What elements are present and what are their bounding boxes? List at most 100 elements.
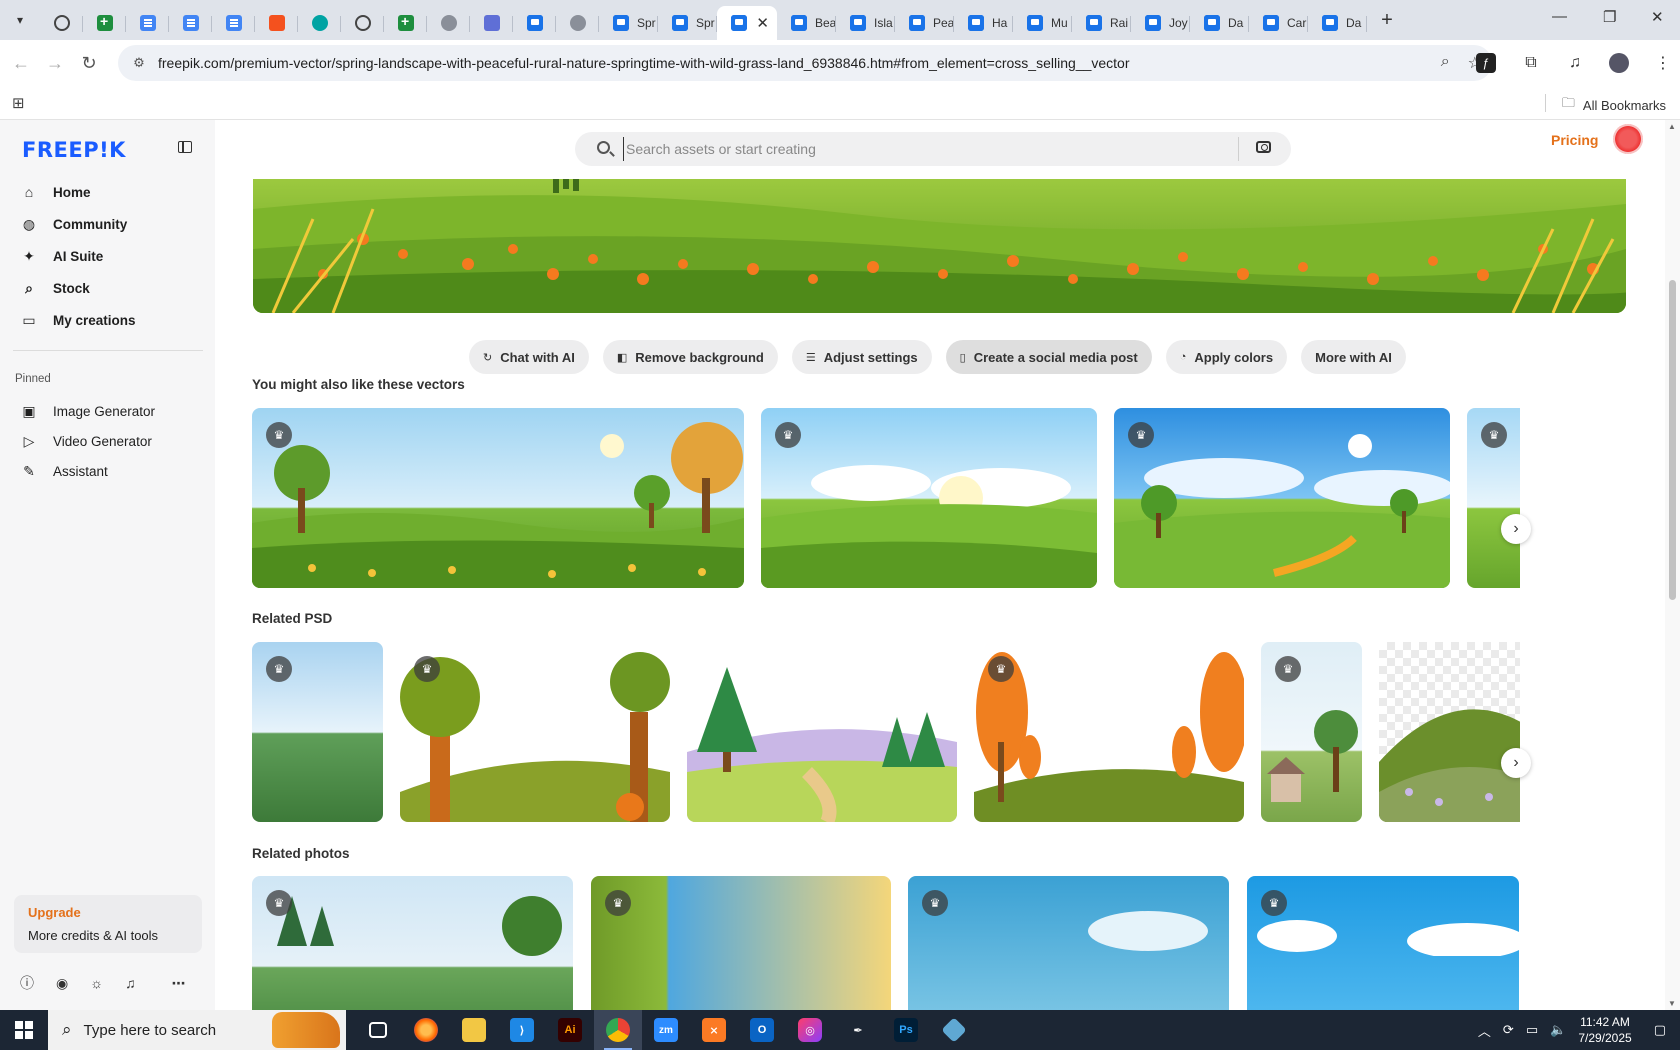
extension-f-icon[interactable]: ƒ: [1476, 53, 1496, 73]
discord-icon[interactable]: ◉: [56, 975, 68, 992]
network-icon[interactable]: ▭: [1526, 1022, 1538, 1038]
photo-card[interactable]: ♛: [591, 876, 891, 1010]
more-with-ai-button[interactable]: More with AI: [1301, 340, 1406, 374]
scroll-down-arrow[interactable]: ▼: [1668, 999, 1676, 1008]
new-tab-button[interactable]: +: [1373, 9, 1401, 32]
page-scrollbar[interactable]: ▲ ▼: [1665, 120, 1680, 1010]
minimize-button[interactable]: —: [1552, 8, 1567, 25]
sidebar-item-stock[interactable]: ⌕ Stock: [12, 272, 202, 304]
file-explorer-icon[interactable]: [450, 1010, 498, 1050]
browser-tab[interactable]: Spr: [599, 6, 658, 40]
browser-tab[interactable]: Joy: [1131, 6, 1190, 40]
browser-tab[interactable]: [384, 6, 427, 40]
forward-button[interactable]: →: [38, 46, 72, 80]
vector-card[interactable]: ♛: [1467, 408, 1520, 588]
task-view-icon[interactable]: [354, 1010, 402, 1050]
chat-with-ai-button[interactable]: ↻ Chat with AI: [469, 340, 589, 374]
browser-tab[interactable]: Isla: [836, 6, 895, 40]
browser-tab[interactable]: [212, 6, 255, 40]
restore-button[interactable]: ❐: [1603, 8, 1616, 26]
more-options-icon[interactable]: ⋯: [172, 975, 186, 992]
sidebar-item-video-generator[interactable]: ▷ Video Generator: [12, 426, 202, 456]
vectors-next-arrow[interactable]: ›: [1501, 514, 1531, 544]
vscode-icon[interactable]: ⟩: [498, 1010, 546, 1050]
apps-grid-icon[interactable]: ⊞: [12, 94, 25, 112]
firefox-icon[interactable]: [402, 1010, 450, 1050]
app-diamond-icon[interactable]: [930, 1010, 978, 1050]
browser-tab[interactable]: [427, 6, 470, 40]
reload-button[interactable]: ↻: [72, 46, 106, 80]
browser-tab[interactable]: Pea: [895, 6, 954, 40]
system-clock[interactable]: 11:42 AM 7/29/2025: [1578, 1014, 1631, 1046]
close-tab-icon[interactable]: ✕: [756, 14, 769, 32]
scroll-thumb[interactable]: [1669, 280, 1676, 600]
chrome-menu-icon[interactable]: ⋮: [1646, 46, 1680, 80]
creative-cloud-icon[interactable]: ◎: [786, 1010, 834, 1050]
browser-tab[interactable]: [83, 6, 126, 40]
xampp-icon[interactable]: ⨯: [690, 1010, 738, 1050]
close-window-button[interactable]: ✕: [1651, 8, 1664, 26]
adjust-settings-button[interactable]: ☰ Adjust settings: [791, 340, 932, 374]
zoom-icon[interactable]: ⌕: [1441, 53, 1450, 73]
tray-overflow-icon[interactable]: ︿: [1478, 1021, 1491, 1040]
browser-tab[interactable]: [341, 6, 384, 40]
browser-tab[interactable]: Da: [1190, 6, 1249, 40]
browser-tab[interactable]: Bea: [777, 6, 836, 40]
photo-card[interactable]: ♛: [908, 876, 1229, 1010]
browser-tab[interactable]: [470, 6, 513, 40]
psd-card[interactable]: [687, 642, 957, 822]
scroll-up-arrow[interactable]: ▲: [1668, 122, 1676, 131]
psd-card[interactable]: ♛: [974, 642, 1244, 822]
sidebar-item-ai-suite[interactable]: ✦ AI Suite: [12, 240, 202, 272]
psd-next-arrow[interactable]: ›: [1501, 748, 1531, 778]
volume-icon[interactable]: 🔈: [1550, 1022, 1566, 1038]
asset-search-input[interactable]: [623, 137, 1183, 161]
create-a-social-media-post-button[interactable]: ▯ Create a social media post: [945, 340, 1152, 374]
sidebar-item-community[interactable]: ◍ Community: [12, 208, 202, 240]
notification-center-icon[interactable]: ▢: [1654, 1022, 1666, 1038]
vector-card[interactable]: ♛: [1114, 408, 1450, 588]
sidebar-item-home[interactable]: ⌂ Home: [12, 176, 202, 208]
theme-icon[interactable]: ☼: [90, 975, 103, 991]
psd-card[interactable]: ♛: [252, 642, 383, 822]
taskbar-search[interactable]: ⌕ Type here to search: [48, 1010, 346, 1050]
browser-tab[interactable]: Spr: [658, 6, 717, 40]
all-bookmarks-button[interactable]: 🗀 All Bookmarks: [1562, 94, 1666, 116]
back-button[interactable]: ←: [4, 46, 38, 80]
photo-card[interactable]: ♛: [252, 876, 573, 1010]
profile-avatar[interactable]: [1602, 46, 1636, 80]
hero-landscape-image[interactable]: [253, 179, 1626, 313]
url-text[interactable]: freepik.com/premium-vector/spring-landsc…: [158, 55, 1129, 71]
pricing-link[interactable]: Pricing: [1551, 132, 1598, 148]
vector-card[interactable]: ♛: [252, 408, 744, 588]
inkscape-icon[interactable]: ✒: [834, 1010, 882, 1050]
illustrator-icon[interactable]: Ai: [546, 1010, 594, 1050]
browser-tab[interactable]: Da: [1308, 6, 1367, 40]
browser-tab[interactable]: Ha: [954, 6, 1013, 40]
browser-tab[interactable]: Car: [1249, 6, 1308, 40]
camera-search-icon[interactable]: [1256, 141, 1271, 153]
apply-colors-button[interactable]: ◔ Apply colors: [1165, 340, 1288, 374]
browser-tab[interactable]: [169, 6, 212, 40]
psd-card[interactable]: ♛: [400, 642, 670, 822]
freepik-logo[interactable]: FREEP!K: [22, 138, 126, 162]
browser-tab[interactable]: [40, 6, 83, 40]
collapse-sidebar-icon[interactable]: [178, 141, 192, 153]
media-control-icon[interactable]: ♫: [1558, 46, 1592, 80]
tab-search-button[interactable]: ▾: [6, 6, 34, 34]
browser-tab[interactable]: [255, 6, 298, 40]
browser-tab[interactable]: ✕: [717, 6, 777, 40]
psd-card[interactable]: [1379, 642, 1520, 822]
extensions-puzzle-icon[interactable]: ⧉: [1514, 46, 1548, 80]
sidebar-item-assistant[interactable]: ✎ Assistant: [12, 456, 202, 486]
browser-tab[interactable]: [126, 6, 169, 40]
photoshop-icon[interactable]: Ps: [882, 1010, 930, 1050]
chrome-icon[interactable]: [594, 1010, 642, 1050]
photo-card[interactable]: ♛: [1247, 876, 1519, 1010]
zoom-icon[interactable]: zm: [642, 1010, 690, 1050]
outlook-icon[interactable]: O: [738, 1010, 786, 1050]
browser-tab[interactable]: [556, 6, 599, 40]
vector-card[interactable]: ♛: [761, 408, 1097, 588]
sidebar-item-image-generator[interactable]: ▣ Image Generator: [12, 396, 202, 426]
browser-tab[interactable]: Mu: [1013, 6, 1072, 40]
